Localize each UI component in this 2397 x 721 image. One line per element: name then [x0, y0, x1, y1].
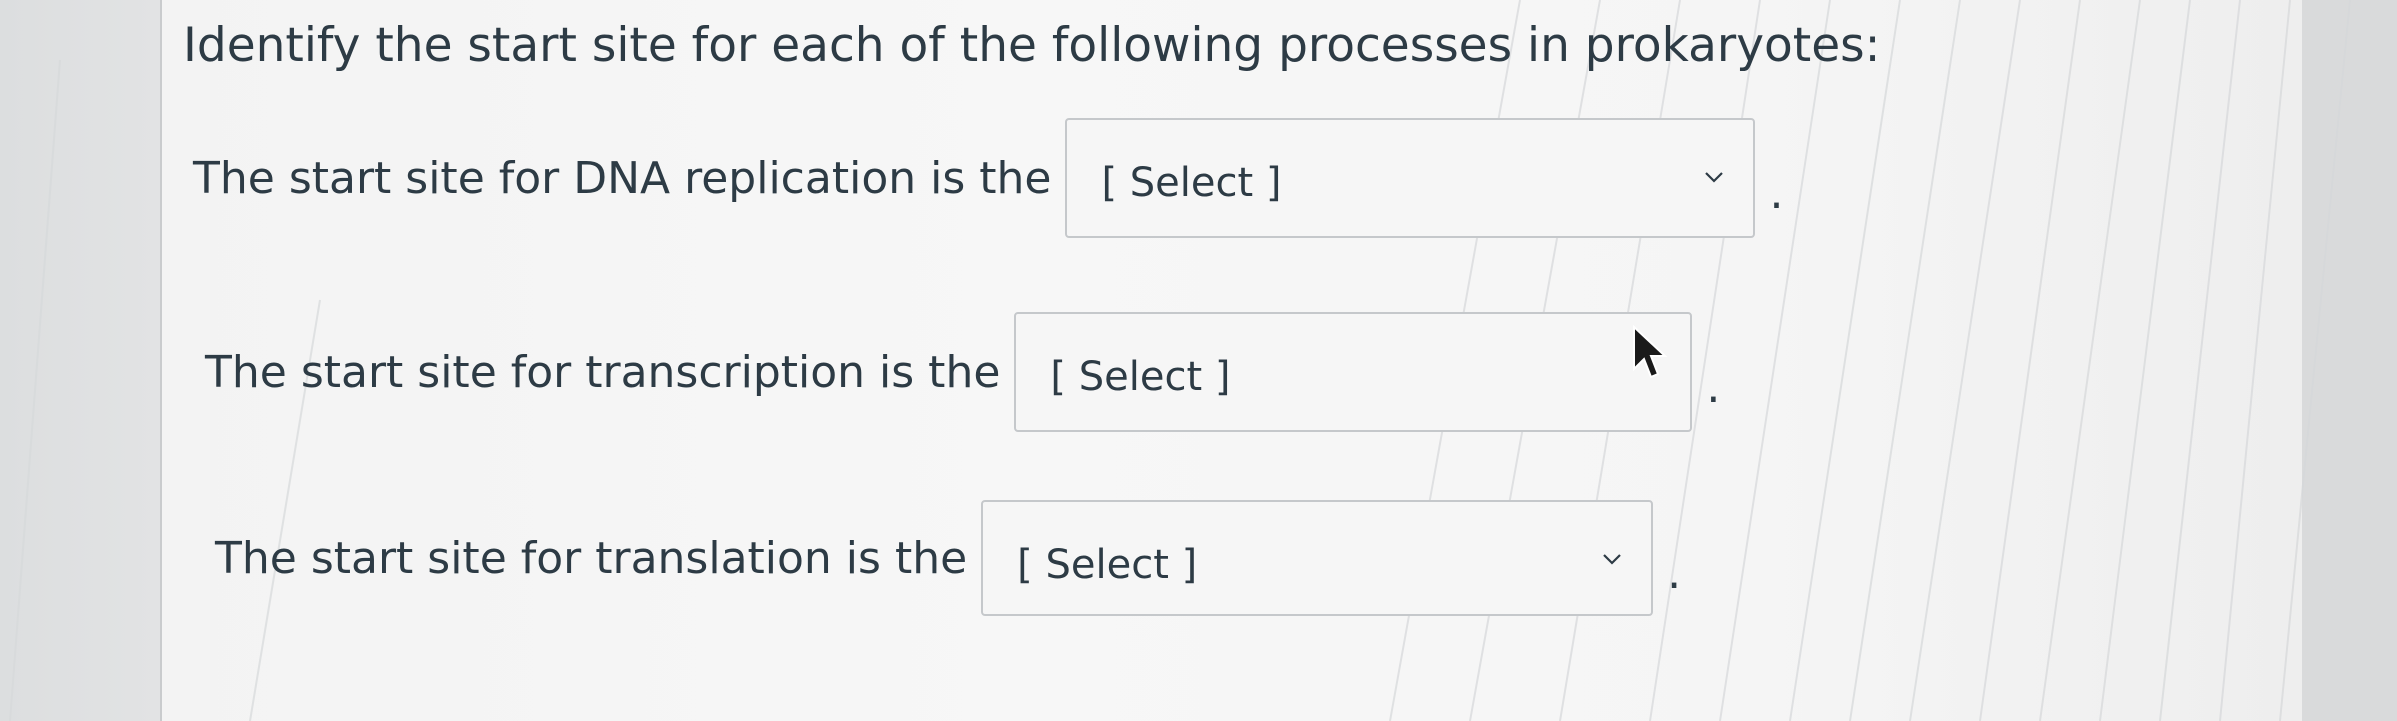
select-value: [ Select ] — [1101, 160, 1282, 206]
transcription-select[interactable]: [ Select ] — [1014, 312, 1693, 432]
translation-select[interactable]: [ Select ] — [981, 500, 1654, 616]
chevron-down-icon — [1705, 172, 1724, 183]
question-row-translation: The start site for translation is the [ … — [215, 500, 1681, 616]
right-gutter — [2302, 0, 2397, 721]
sentence-period: . — [1769, 167, 1784, 219]
question-row-transcription: The start site for transcription is the … — [205, 312, 1720, 432]
left-gutter — [0, 0, 160, 721]
mouse-pointer-icon — [1633, 325, 1668, 379]
question-row-dna-replication: The start site for DNA replication is th… — [193, 118, 1783, 238]
row-label: The start site for translation is the — [215, 532, 968, 584]
row-label: The start site for DNA replication is th… — [193, 152, 1052, 204]
sentence-period: . — [1706, 361, 1721, 413]
select-value: [ Select ] — [1017, 542, 1198, 588]
question-prompt: Identify the start site for each of the … — [183, 18, 1881, 73]
dna-replication-select[interactable]: [ Select ] — [1065, 118, 1756, 238]
select-value: [ Select ] — [1050, 354, 1231, 400]
chevron-down-icon — [1603, 554, 1621, 565]
row-label: The start site for transcription is the — [205, 346, 1001, 398]
sentence-period: . — [1667, 547, 1682, 599]
